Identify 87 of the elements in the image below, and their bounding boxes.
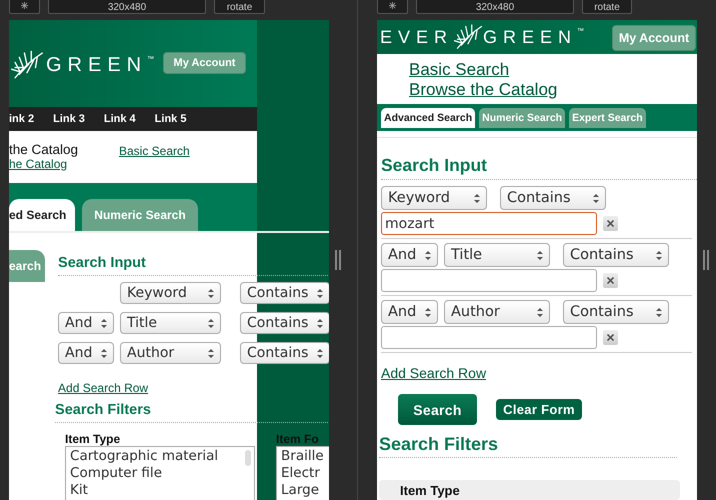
updown-arrows-icon xyxy=(537,306,543,318)
palm-leaf-icon xyxy=(453,22,484,52)
screen-size-button[interactable]: 320x480 xyxy=(416,0,574,14)
list-option[interactable]: Cartographic material xyxy=(70,448,218,465)
boolean-select[interactable]: And xyxy=(381,243,438,267)
operator-select[interactable]: Contains xyxy=(563,300,669,324)
list-option[interactable]: Kit xyxy=(70,482,88,499)
nav-link[interactable]: Basic Search xyxy=(409,60,510,80)
field-select[interactable]: Keyword xyxy=(381,186,487,210)
splitter-handle[interactable] xyxy=(703,250,709,270)
section-heading: Search Filters xyxy=(379,434,500,455)
nav-link[interactable]: Browse the Catalog xyxy=(409,80,558,100)
scrollbar-thumb[interactable] xyxy=(245,450,252,466)
field-select[interactable]: Title xyxy=(120,312,222,334)
list-option[interactable]: Braille xyxy=(281,448,324,465)
boolean-select[interactable]: And xyxy=(58,342,114,364)
toolbar-button[interactable] xyxy=(9,0,40,14)
section-heading: Search Input xyxy=(58,255,147,271)
search-term-field[interactable] xyxy=(381,326,597,349)
nav-link[interactable]: Link 5 xyxy=(154,113,186,125)
updown-arrows-icon xyxy=(208,348,214,358)
remove-row-button[interactable] xyxy=(603,330,618,345)
add-search-row-link[interactable]: Add Search Row xyxy=(381,365,486,381)
section-heading: Search Input xyxy=(381,155,488,176)
field-select[interactable]: Author xyxy=(120,342,222,364)
rotate-button[interactable]: rotate xyxy=(214,0,265,14)
updown-arrows-icon xyxy=(425,250,431,260)
browse-catalog-link[interactable]: he Catalog xyxy=(9,157,79,171)
search-tab[interactable]: ed Search xyxy=(9,199,75,231)
section-heading: Search Filters xyxy=(55,402,152,418)
filter-label: Item Fo xyxy=(276,432,320,446)
list-option[interactable]: Large xyxy=(281,482,320,499)
search-tab[interactable]: Advanced Search xyxy=(381,108,476,128)
operator-select[interactable]: Contains xyxy=(240,312,329,334)
list-option[interactable]: Electr xyxy=(281,465,320,482)
operator-select[interactable]: Contains xyxy=(500,186,606,210)
nav-link[interactable]: Link 4 xyxy=(104,113,136,125)
add-search-row-link[interactable]: Add Search Row xyxy=(58,381,148,395)
updown-arrows-icon xyxy=(317,288,324,298)
updown-arrows-icon xyxy=(317,348,324,358)
search-term-field[interactable]: mozart xyxy=(381,212,597,235)
logo-text: EVER xyxy=(380,26,454,48)
toolbar-button[interactable] xyxy=(377,0,408,14)
updown-arrows-icon xyxy=(537,250,543,260)
nav-link[interactable]: ink 2 xyxy=(9,113,34,125)
updown-arrows-icon xyxy=(425,306,431,318)
operator-select[interactable]: Contains xyxy=(563,243,669,267)
screen-size-button[interactable]: 320x480 xyxy=(48,0,206,14)
updown-arrows-icon xyxy=(317,318,324,328)
updown-arrows-icon xyxy=(656,306,662,318)
basic-search-link[interactable]: Basic Search xyxy=(119,144,190,183)
clear-form-button[interactable]: Clear Form xyxy=(496,399,582,420)
splitter-handle[interactable] xyxy=(335,250,341,270)
field-select[interactable]: Title xyxy=(444,243,550,267)
search-term-field[interactable] xyxy=(381,269,597,292)
filter-listbox[interactable]: Cartographic material Computer file Kit xyxy=(65,446,256,500)
updown-arrows-icon xyxy=(101,318,108,328)
remove-row-button[interactable] xyxy=(603,273,618,288)
boolean-select[interactable]: And xyxy=(381,300,438,324)
filter-listbox[interactable]: Braille Electr Large xyxy=(276,446,329,500)
updown-arrows-icon xyxy=(208,318,214,328)
logo-text: GREEN xyxy=(46,54,148,76)
close-icon xyxy=(607,277,614,284)
nav-link[interactable]: Link 3 xyxy=(53,113,85,125)
boolean-select[interactable]: And xyxy=(58,312,114,334)
field-select[interactable]: Keyword xyxy=(120,282,222,304)
updown-arrows-icon xyxy=(593,192,599,204)
updown-arrows-icon xyxy=(656,250,662,260)
filter-label: Item Type xyxy=(400,482,460,498)
operator-select[interactable]: Contains xyxy=(240,342,329,364)
remove-row-button[interactable] xyxy=(603,216,618,231)
field-select[interactable]: Author xyxy=(444,300,550,324)
search-button[interactable]: Search xyxy=(398,394,477,425)
close-icon xyxy=(607,220,614,227)
asterisk-icon xyxy=(389,2,396,9)
current-page-label: the Catalog xyxy=(9,142,79,157)
logo-text: GREEN xyxy=(483,26,578,48)
asterisk-icon xyxy=(21,2,28,9)
updown-arrows-icon xyxy=(208,288,214,298)
updown-arrows-icon xyxy=(101,348,108,358)
list-option[interactable]: Computer file xyxy=(70,465,162,482)
operator-select[interactable]: Contains xyxy=(240,282,329,304)
palm-leaf-icon xyxy=(10,50,44,80)
filter-label: Item Type xyxy=(65,432,122,446)
close-icon xyxy=(607,334,614,341)
rotate-button[interactable]: rotate xyxy=(582,0,632,14)
updown-arrows-icon xyxy=(474,192,480,204)
